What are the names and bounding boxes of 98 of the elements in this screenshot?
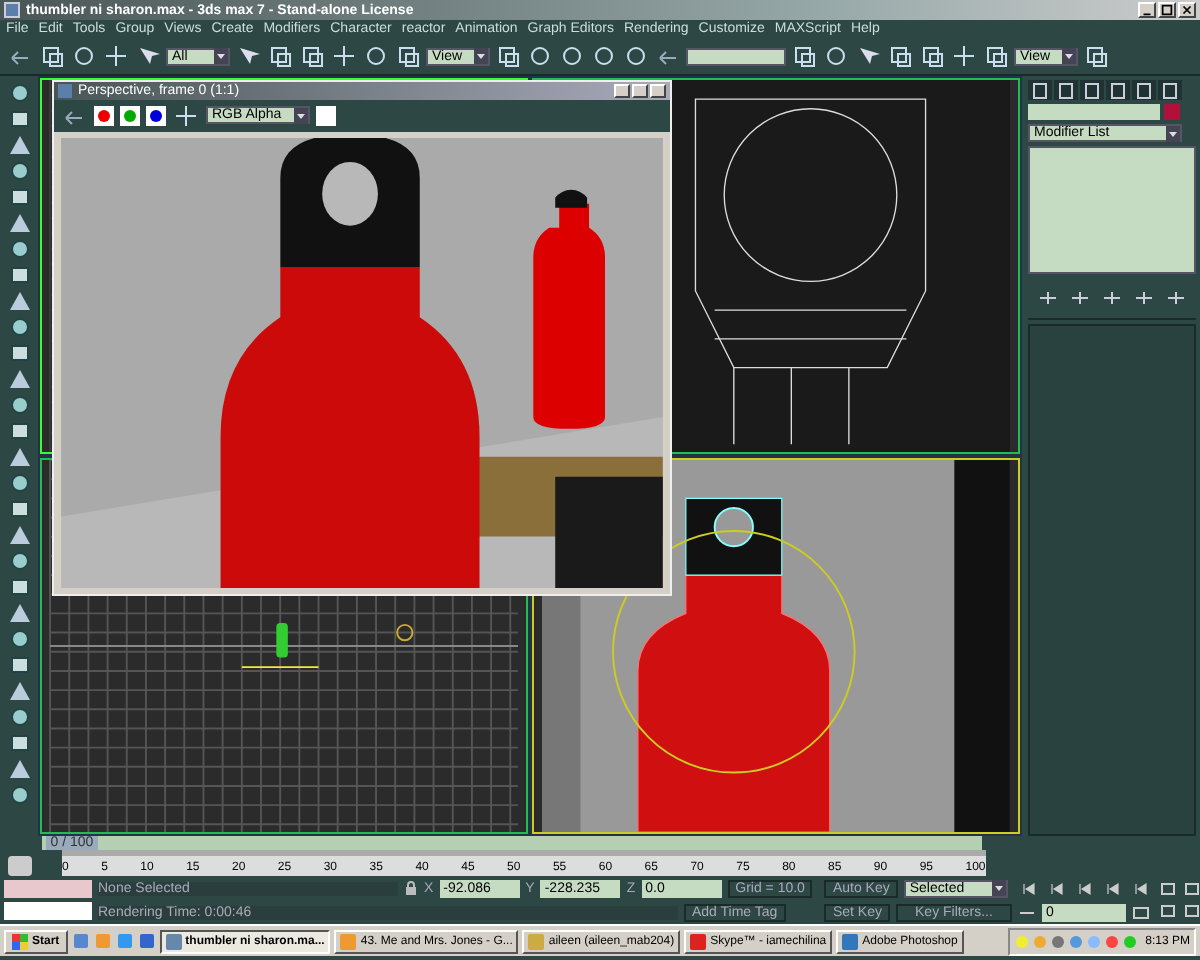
tool-icon[interactable] bbox=[70, 42, 98, 70]
caret-icon bbox=[1166, 125, 1180, 141]
panel-tab-icon[interactable] bbox=[1028, 80, 1052, 100]
tool-icon[interactable] bbox=[5, 758, 33, 780]
tool-icon[interactable] bbox=[5, 264, 33, 286]
app-icon bbox=[340, 933, 357, 949]
tool-icon[interactable] bbox=[5, 134, 33, 156]
tool-icon[interactable] bbox=[298, 42, 326, 70]
playback-icon[interactable] bbox=[1045, 879, 1068, 897]
maximize-button[interactable] bbox=[1158, 2, 1176, 18]
caret-icon bbox=[294, 107, 308, 124]
tool-icon[interactable] bbox=[5, 602, 33, 624]
tool-icon[interactable] bbox=[5, 82, 33, 104]
channel-toggle-icon[interactable] bbox=[94, 105, 114, 126]
tool-icon[interactable] bbox=[5, 342, 33, 364]
panel-tab-icon[interactable] bbox=[1132, 80, 1156, 100]
tool-icon[interactable] bbox=[5, 628, 33, 650]
tool-icon[interactable] bbox=[790, 42, 818, 70]
playback-icon[interactable] bbox=[1017, 879, 1040, 897]
app-icon bbox=[690, 933, 707, 949]
tool-icon[interactable] bbox=[5, 732, 33, 754]
channel-toggle-icon[interactable] bbox=[146, 105, 166, 126]
minimize-button[interactable] bbox=[1138, 2, 1156, 18]
close-button[interactable] bbox=[650, 83, 666, 98]
app-icon bbox=[842, 933, 859, 949]
tool-icon[interactable] bbox=[5, 524, 33, 546]
tool-icon[interactable] bbox=[362, 42, 390, 70]
tool-icon[interactable] bbox=[982, 42, 1010, 70]
navigation-icon[interactable] bbox=[1157, 879, 1180, 899]
tool-icon[interactable] bbox=[822, 42, 850, 70]
playback-icon[interactable] bbox=[1073, 879, 1096, 897]
tool-icon[interactable] bbox=[5, 472, 33, 494]
close-icon bbox=[1180, 2, 1194, 18]
tool-icon[interactable] bbox=[5, 212, 33, 234]
tool-icon[interactable] bbox=[886, 42, 914, 70]
object-color-swatch[interactable] bbox=[1164, 104, 1180, 120]
tool-icon[interactable] bbox=[5, 238, 33, 260]
channel-toggle-icon[interactable] bbox=[120, 105, 140, 126]
tool-icon[interactable] bbox=[102, 42, 130, 70]
tool-icon[interactable] bbox=[5, 160, 33, 182]
tool-icon[interactable] bbox=[5, 186, 33, 208]
tool-icon[interactable] bbox=[5, 368, 33, 390]
tool-icon[interactable] bbox=[5, 576, 33, 598]
maxscript-listener-field[interactable] bbox=[4, 880, 92, 898]
modifier-stack-list[interactable] bbox=[1028, 146, 1196, 274]
caret-icon bbox=[991, 880, 1006, 896]
named-selection-field[interactable] bbox=[686, 47, 786, 65]
tool-icon[interactable] bbox=[394, 42, 422, 70]
object-name-field[interactable] bbox=[1028, 104, 1160, 120]
tool-icon[interactable] bbox=[5, 784, 33, 806]
tool-icon[interactable] bbox=[5, 498, 33, 520]
tool-icon[interactable] bbox=[918, 42, 946, 70]
caret-icon bbox=[1062, 48, 1076, 64]
navigation-icon[interactable] bbox=[1157, 901, 1180, 921]
tool-icon[interactable] bbox=[5, 290, 33, 312]
tool-icon[interactable] bbox=[5, 654, 33, 676]
tool-icon[interactable] bbox=[622, 42, 650, 70]
tool-icon[interactable] bbox=[494, 42, 522, 70]
tool-icon[interactable] bbox=[5, 316, 33, 338]
tool-icon[interactable] bbox=[5, 394, 33, 416]
playback-icon[interactable] bbox=[1101, 879, 1124, 897]
tool-icon[interactable] bbox=[526, 42, 554, 70]
caret-icon bbox=[214, 48, 228, 64]
tool-icon[interactable] bbox=[266, 42, 294, 70]
tool-icon[interactable] bbox=[172, 101, 200, 130]
tool-icon[interactable] bbox=[38, 42, 66, 70]
tool-icon[interactable] bbox=[558, 42, 586, 70]
close-button[interactable] bbox=[1178, 2, 1196, 18]
windows-logo-icon bbox=[12, 933, 28, 949]
mini-listener-icon[interactable] bbox=[7, 856, 31, 876]
color-swatch bbox=[316, 105, 336, 126]
lock-icon[interactable] bbox=[404, 880, 418, 896]
caret-icon bbox=[474, 48, 488, 64]
panel-tab-icon[interactable] bbox=[1106, 80, 1130, 100]
tool-icon[interactable] bbox=[5, 420, 33, 442]
app-icon bbox=[58, 83, 72, 98]
tool-icon[interactable] bbox=[5, 446, 33, 468]
tool-icon[interactable] bbox=[330, 42, 358, 70]
tool-icon[interactable] bbox=[5, 680, 33, 702]
tool-icon[interactable] bbox=[5, 550, 33, 572]
tool-icon[interactable] bbox=[5, 108, 33, 130]
app-icon bbox=[165, 933, 182, 949]
app-icon bbox=[4, 2, 20, 18]
panel-tab-icon[interactable] bbox=[1054, 80, 1078, 100]
minimize-button[interactable] bbox=[614, 83, 630, 98]
panel-tab-icon[interactable] bbox=[1158, 80, 1182, 100]
tool-icon[interactable] bbox=[5, 706, 33, 728]
navigation-icon[interactable] bbox=[1181, 879, 1200, 899]
tool-icon[interactable] bbox=[950, 42, 978, 70]
playback-icon[interactable] bbox=[1129, 879, 1152, 897]
app-icon bbox=[528, 933, 545, 949]
tool-icon[interactable] bbox=[1082, 42, 1110, 70]
navigation-icon[interactable] bbox=[1181, 901, 1200, 921]
time-config-icon[interactable] bbox=[1131, 905, 1150, 919]
tool-icon[interactable] bbox=[590, 42, 618, 70]
panel-tab-icon[interactable] bbox=[1080, 80, 1104, 100]
maximize-icon bbox=[1160, 2, 1174, 18]
maxscript-output-field[interactable] bbox=[4, 902, 92, 920]
